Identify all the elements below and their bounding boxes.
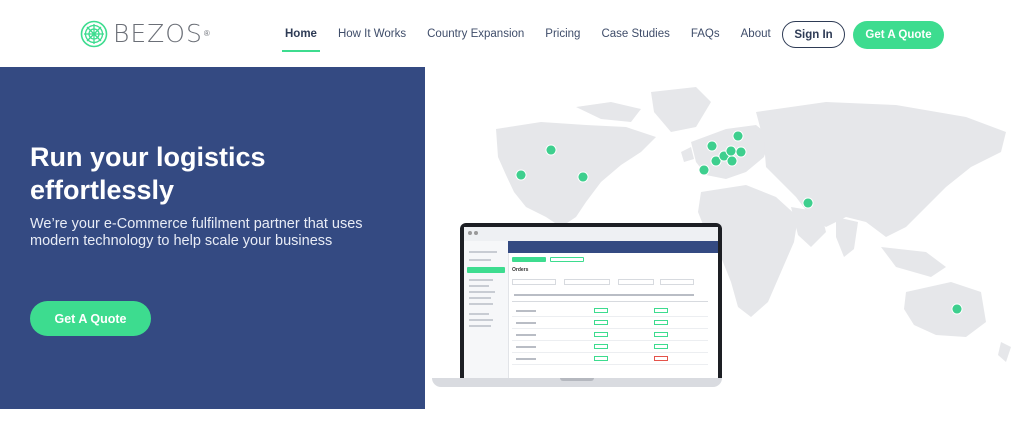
map-pin-icon xyxy=(735,146,747,158)
top-navigation: BEZOS ® Home How It Works Country Expans… xyxy=(0,0,1024,66)
map-pin-icon xyxy=(726,155,738,167)
dashboard-section-title: Orders xyxy=(512,267,529,273)
brand-logo[interactable]: BEZOS ® xyxy=(80,19,210,48)
map-pin-icon xyxy=(802,197,814,209)
registered-mark: ® xyxy=(203,29,210,38)
nav-pricing[interactable]: Pricing xyxy=(545,28,580,40)
nav-case-studies[interactable]: Case Studies xyxy=(601,28,669,40)
header-get-quote-button[interactable]: Get A Quote xyxy=(853,21,944,49)
nav-about[interactable]: About xyxy=(741,28,771,40)
hero-title: Run your logistics effortlessly xyxy=(30,142,266,205)
map-pin-icon xyxy=(698,164,710,176)
nav-country-expansion[interactable]: Country Expansion xyxy=(427,28,524,40)
laptop-notch xyxy=(560,378,594,381)
brand-name: BEZOS xyxy=(113,19,203,48)
hero-get-quote-button[interactable]: Get A Quote xyxy=(30,301,151,336)
hero-subtitle: We’re your e-Commerce fulfilment partner… xyxy=(30,216,363,249)
logo-icon xyxy=(80,20,108,47)
laptop-screen: Orders xyxy=(460,223,722,378)
map-pin-icon xyxy=(725,145,737,157)
map-pin-icon xyxy=(732,130,744,142)
dashboard-preview: Orders xyxy=(464,227,718,378)
nav-home[interactable]: Home xyxy=(282,28,320,52)
hero-panel: Run your logistics effortlessly We’re yo… xyxy=(0,67,425,409)
main-menu: Home How It Works Country Expansion Pric… xyxy=(282,28,792,52)
map-pin-icon xyxy=(577,171,589,183)
sign-in-button[interactable]: Sign In xyxy=(782,21,845,48)
map-pin-icon xyxy=(515,169,527,181)
nav-faqs[interactable]: FAQs xyxy=(691,28,720,40)
nav-how-it-works[interactable]: How It Works xyxy=(338,28,406,40)
map-pin-icon xyxy=(545,144,557,156)
map-pin-icon xyxy=(706,140,718,152)
map-pin-icon xyxy=(951,303,963,315)
